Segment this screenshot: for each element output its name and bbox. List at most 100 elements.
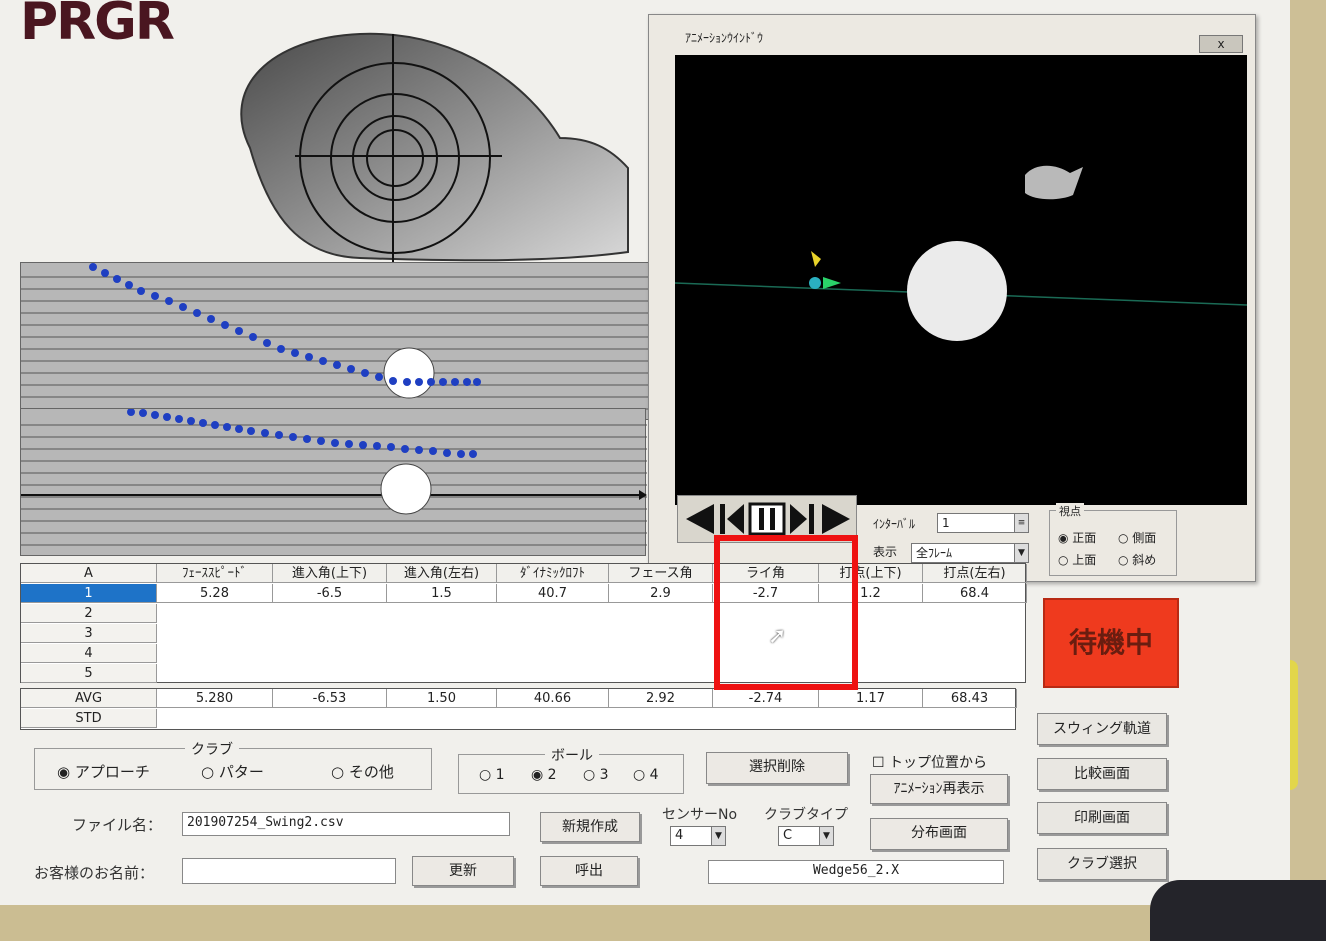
swing-path-button[interactable]: スウィング軌道: [1037, 713, 1167, 745]
column-header[interactable]: フェース角: [609, 564, 713, 583]
sensor-value: 4: [675, 828, 684, 843]
logo: PRGR: [20, 0, 175, 52]
stat-cell: 1.50: [387, 689, 497, 708]
display-value: 全ﾌﾚｰﾑ: [916, 546, 953, 560]
table-header-row: A ﾌｪｰｽｽﾋﾟｰﾄﾞ 進入角(上下) 進入角(左右) ﾀﾞｲﾅﾐｯｸﾛﾌﾄ …: [21, 564, 1027, 583]
measurement-table[interactable]: A ﾌｪｰｽｽﾋﾟｰﾄﾞ 進入角(上下) 進入角(左右) ﾀﾞｲﾅﾐｯｸﾛﾌﾄ …: [20, 563, 1027, 683]
chevron-down-icon[interactable]: ▼: [711, 827, 725, 845]
top-position-label: トップ位置から: [889, 755, 988, 771]
top-position-checkbox[interactable]: ☐ トップ位置から: [872, 752, 987, 772]
club-face-view: [240, 32, 629, 268]
display-select[interactable]: 全ﾌﾚｰﾑ ▼: [911, 543, 1029, 563]
std-row: STD: [21, 709, 1015, 728]
ball-group: ボール ○ 1 ◉ 2 ○ 3 ○ 4: [458, 745, 684, 794]
animation-scene: [674, 165, 1248, 341]
ball-1-radio[interactable]: ○ 1: [479, 767, 505, 783]
distribution-screen-button[interactable]: 分布画面: [870, 818, 1008, 850]
viewpoint-side-radio[interactable]: ○ 側面: [1118, 529, 1156, 546]
ball-4-label: 4: [649, 767, 659, 783]
track-top-plot: [21, 409, 647, 546]
viewpoint-front-label: 正面: [1072, 531, 1097, 545]
club-type-select[interactable]: C ▼: [778, 826, 834, 846]
ball-group-legend: ボール: [545, 745, 599, 765]
golf-ball: [907, 241, 1007, 341]
viewpoint-legend: 視点: [1056, 503, 1084, 519]
column-header[interactable]: ﾌｪｰｽｽﾋﾟｰﾄﾞ: [157, 564, 273, 583]
chevron-down-icon[interactable]: ▼: [819, 827, 833, 845]
column-header[interactable]: 進入角(上下): [273, 564, 387, 583]
ball-2-radio[interactable]: ◉ 2: [531, 767, 557, 783]
viewpoint-oblique-radio[interactable]: ○ 斜め: [1118, 551, 1156, 568]
file-name-input[interactable]: 201907254_Swing2.csv: [182, 812, 510, 836]
animation-redisplay-button[interactable]: ｱﾆﾒｰｼｮﾝ再表示: [870, 774, 1008, 804]
file-name-label: ファイル名：: [72, 816, 163, 834]
row-label[interactable]: 4: [21, 644, 157, 663]
monitor-bezel-bottom: [0, 905, 1326, 941]
close-button[interactable]: x: [1199, 35, 1243, 53]
step-back-icon[interactable]: [718, 500, 746, 538]
ball-marker: [380, 463, 432, 515]
viewpoint-side-label: 側面: [1132, 531, 1157, 545]
ball-3-radio[interactable]: ○ 3: [583, 767, 609, 783]
animation-window-title: ｱﾆﾒｰｼｮﾝｳｲﾝﾄﾞｳ: [685, 31, 764, 45]
pause-icon[interactable]: [748, 500, 786, 538]
desk-object-dark: [1150, 880, 1326, 941]
viewpoint-top-radio[interactable]: ○ 上面: [1058, 551, 1096, 568]
stat-cell: -6.53: [273, 689, 387, 708]
chevron-down-icon[interactable]: ▼: [1014, 544, 1028, 562]
column-header[interactable]: 打点(左右): [923, 564, 1027, 583]
std-label: STD: [21, 709, 157, 728]
update-button[interactable]: 更新: [412, 856, 514, 886]
club-select-button[interactable]: クラブ選択: [1037, 848, 1167, 880]
sensor-select[interactable]: 4 ▼: [670, 826, 726, 846]
viewpoint-front-radio[interactable]: ◉ 正面: [1058, 529, 1096, 546]
animation-viewport[interactable]: [674, 55, 1248, 505]
table-cell[interactable]: 68.4: [923, 584, 1027, 603]
table-row[interactable]: 4: [21, 644, 1025, 663]
ball-1-label: 1: [495, 767, 505, 783]
interval-input[interactable]: 1 ≡: [937, 513, 1029, 533]
row-label[interactable]: 5: [21, 664, 157, 683]
animation-window[interactable]: ｱﾆﾒｰｼｮﾝｳｲﾝﾄﾞｳ x ｲﾝﾀｰﾊﾞﾙ 1 ≡ 表示 全ﾌﾚｰﾑ ▼ 視…: [648, 14, 1256, 582]
monitor-bezel-right: [1290, 0, 1326, 941]
table-cell[interactable]: 1.5: [387, 584, 497, 603]
swing-track-side: [20, 262, 657, 420]
delete-selected-button[interactable]: 選択削除: [706, 752, 848, 784]
table-row[interactable]: 1 5.28 -6.5 1.5 40.7 2.9 -2.7 1.2 68.4: [21, 584, 1027, 603]
club-other-radio[interactable]: ○ その他: [331, 761, 394, 782]
call-button[interactable]: 呼出: [540, 856, 638, 886]
step-forward-icon[interactable]: [788, 500, 816, 538]
viewpoint-group: 視点 ◉ 正面 ○ 側面 ○ 上面 ○ 斜め: [1049, 503, 1177, 576]
table-cell[interactable]: -6.5: [273, 584, 387, 603]
compare-screen-button[interactable]: 比較画面: [1037, 758, 1167, 790]
table-corner: A: [21, 564, 157, 583]
ball-4-radio[interactable]: ○ 4: [633, 767, 659, 783]
display-label: 表示: [873, 545, 898, 559]
club-putter-label: パター: [218, 763, 264, 781]
row-label[interactable]: 2: [21, 604, 157, 623]
column-header[interactable]: 進入角(左右): [387, 564, 497, 583]
table-cell[interactable]: 2.9: [609, 584, 713, 603]
table-cell[interactable]: 5.28: [157, 584, 273, 603]
new-file-button[interactable]: 新規作成: [540, 812, 640, 842]
club-approach-label: アプローチ: [74, 763, 150, 781]
stat-cell: -2.74: [713, 689, 819, 708]
status-button[interactable]: 待機中: [1043, 598, 1179, 688]
spinner-icon[interactable]: ≡: [1014, 514, 1028, 532]
axis-z-icon: [811, 251, 821, 267]
fast-forward-icon[interactable]: [818, 500, 854, 538]
row-label[interactable]: 1: [21, 584, 157, 603]
print-screen-button[interactable]: 印刷画面: [1037, 802, 1167, 834]
column-header[interactable]: ﾀﾞｲﾅﾐｯｸﾛﾌﾄ: [497, 564, 609, 583]
rewind-icon[interactable]: [682, 500, 718, 538]
club-approach-radio[interactable]: ◉ アプローチ: [57, 761, 150, 782]
table-row[interactable]: 5: [21, 664, 1025, 683]
table-row[interactable]: 2: [21, 604, 1025, 623]
axis-origin-icon: [809, 277, 821, 289]
row-label[interactable]: 3: [21, 624, 157, 643]
table-row[interactable]: 3: [21, 624, 1025, 643]
club-putter-radio[interactable]: ○ パター: [201, 761, 264, 782]
table-cell[interactable]: 40.7: [497, 584, 609, 603]
app-screen: PRGR ｱﾆﾒｰｼｮﾝｳｲﾝﾄﾞｳ x ｲﾝﾀｰﾊﾞﾙ 1 ≡ 表示 全ﾌﾚｰ…: [0, 0, 1290, 915]
customer-name-input[interactable]: [182, 858, 396, 884]
